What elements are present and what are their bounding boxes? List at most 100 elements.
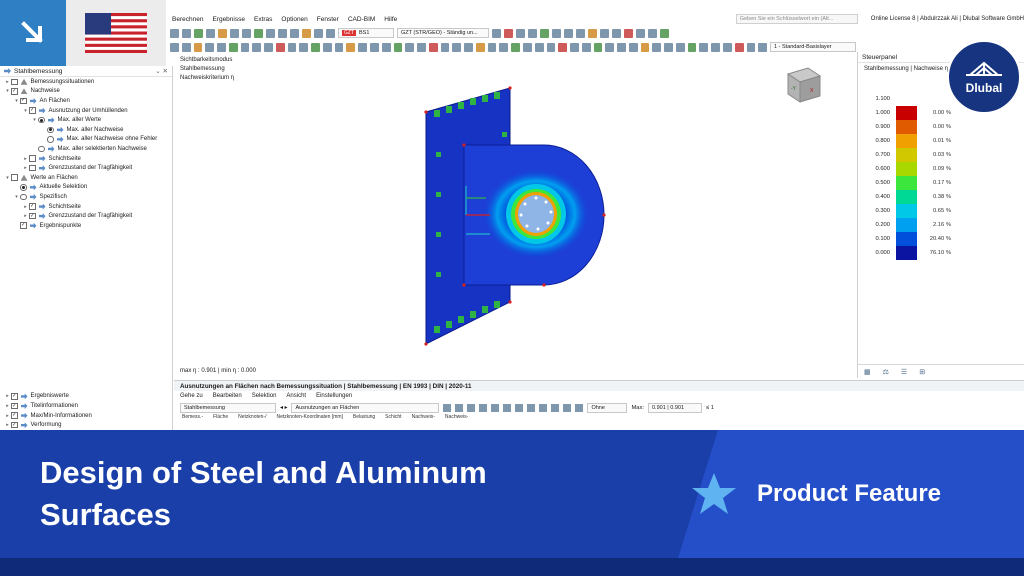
tree-item[interactable]: ▸ ✓ Grenzzustand der Tragfähigkeit [0, 211, 172, 221]
tool-icon[interactable] [242, 28, 251, 38]
tree-item[interactable]: Max. aller selektierten Nachweise [0, 144, 172, 154]
tool-icon[interactable] [581, 42, 591, 52]
tree-item[interactable]: ▾ ✓ Nachweise [0, 87, 172, 97]
tool-icon[interactable] [711, 42, 720, 52]
tree-item[interactable]: ▾ Spezifisch [0, 192, 172, 202]
menu-extras[interactable]: Extras [254, 16, 272, 23]
tree-item[interactable]: ▾ Werte an Flächen [0, 173, 172, 183]
table-menu-edit[interactable]: Bearbeiten [213, 393, 242, 399]
expand-icon[interactable]: ▸ [4, 422, 11, 428]
tree-item[interactable]: ▾ ✓ An Flächen [0, 96, 172, 106]
tool-icon[interactable] [181, 42, 191, 52]
color-scale-tab-icon[interactable]: ▦ [864, 368, 871, 376]
collapse-icon[interactable]: ▾ [4, 175, 11, 181]
tree-radio[interactable] [20, 184, 27, 191]
tool-icon[interactable] [405, 42, 415, 52]
tool-icon[interactable] [570, 42, 579, 52]
tool-icon[interactable] [600, 28, 609, 38]
tool-icon[interactable] [314, 28, 323, 38]
tree-item[interactable]: ▸ Bemessungssituationen [0, 77, 172, 87]
navigator-controls[interactable]: ⌄ ✕ [155, 67, 168, 75]
tool-icon[interactable] [746, 42, 756, 52]
tree-checkbox[interactable]: ✓ [20, 97, 27, 105]
tool-icon[interactable] [299, 42, 309, 52]
table-menu-selection[interactable]: Selektion [252, 393, 277, 399]
expand-icon[interactable]: ▸ [22, 165, 29, 171]
tree-checkbox[interactable] [11, 78, 18, 86]
tree-item[interactable]: ▸ Schichtseite [0, 154, 172, 164]
tool-icon[interactable] [218, 28, 227, 38]
column-header[interactable]: Schicht [385, 414, 401, 422]
max-value-field[interactable]: 0.901 | 0.901 [648, 402, 702, 413]
display-option[interactable]: ▸ ✓ Titelinformationen [0, 401, 172, 411]
tool-icon[interactable] [563, 403, 572, 412]
tree-radio[interactable] [38, 145, 45, 153]
tool-icon[interactable] [322, 42, 332, 52]
display-tab-icon[interactable]: ⚖ [883, 368, 889, 376]
option-checkbox[interactable]: ✓ [11, 412, 18, 419]
tool-icon[interactable] [522, 42, 532, 52]
tool-icon[interactable] [240, 42, 250, 52]
tool-icon[interactable] [370, 42, 379, 52]
expand-icon[interactable]: ▸ [4, 413, 11, 419]
tool-icon[interactable] [558, 42, 568, 52]
collapse-icon[interactable]: ▾ [22, 108, 29, 114]
tool-icon[interactable] [758, 42, 768, 52]
option-checkbox[interactable]: ✓ [11, 421, 18, 429]
tool-icon[interactable] [503, 403, 512, 412]
view-cube[interactable]: -Y X [782, 64, 822, 106]
tool-icon[interactable] [636, 28, 645, 38]
column-header[interactable]: Netzknoten-/ [238, 414, 266, 422]
tool-icon[interactable] [194, 28, 203, 38]
option-checkbox[interactable]: ✓ [11, 402, 18, 410]
tree-radio[interactable] [20, 193, 27, 201]
expand-icon[interactable]: ▸ [4, 403, 11, 409]
prev-arrow-icon[interactable]: ◂ ▸ [280, 405, 287, 411]
tool-icon[interactable] [628, 42, 638, 52]
tool-icon[interactable] [675, 42, 685, 52]
menu-berechnen[interactable]: Berechnen [172, 16, 203, 23]
tool-icon[interactable] [440, 42, 450, 52]
tool-icon[interactable] [278, 28, 287, 38]
tool-icon[interactable] [266, 28, 275, 38]
tree-radio[interactable] [47, 126, 54, 134]
tool-icon[interactable] [546, 42, 556, 52]
table-menu-settings[interactable]: Einstellungen [316, 393, 352, 399]
collapse-icon[interactable]: ▾ [4, 88, 11, 94]
column-header[interactable]: Bemess.- [182, 414, 203, 422]
tree-item[interactable]: ▾ ✓ Ausnutzung der Umhüllenden [0, 106, 172, 116]
list-tab-icon[interactable]: ☰ [901, 368, 907, 376]
tool-icon[interactable] [358, 42, 368, 52]
tool-icon[interactable] [464, 42, 473, 52]
menu-hilfe[interactable]: Hilfe [384, 16, 397, 23]
option-checkbox[interactable]: ✓ [11, 393, 18, 400]
tree-radio[interactable] [38, 116, 45, 124]
result-type-select[interactable]: Ausnutzungen an Flächen [291, 402, 440, 413]
tool-icon[interactable] [734, 42, 744, 52]
tree-item[interactable]: Aktuelle Selektion [0, 183, 172, 193]
tool-icon[interactable] [302, 28, 311, 38]
tree-checkbox[interactable] [29, 164, 36, 172]
display-option[interactable]: ▸ ✓ Max/Min-Informationen [0, 411, 172, 421]
expand-icon[interactable]: ▸ [22, 204, 29, 210]
tree-item[interactable]: Max. aller Nachweise [0, 125, 172, 135]
tree-item[interactable]: ▸ ✓ Schichtseite [0, 202, 172, 212]
tree-checkbox[interactable]: ✓ [11, 88, 18, 95]
table-menu-goto[interactable]: Gehe zu [180, 393, 203, 399]
tool-icon[interactable] [504, 28, 513, 38]
tool-icon[interactable] [193, 42, 203, 52]
tool-icon[interactable] [575, 403, 584, 412]
tool-icon[interactable] [205, 42, 215, 52]
tool-icon[interactable] [275, 42, 285, 52]
tool-icon[interactable] [551, 403, 560, 412]
tool-icon[interactable] [516, 28, 525, 38]
tool-icon[interactable] [539, 403, 548, 412]
tool-icon[interactable] [648, 28, 657, 38]
tool-icon[interactable] [417, 42, 426, 52]
tool-icon[interactable] [527, 403, 536, 412]
tool-icon[interactable] [605, 42, 615, 52]
tool-icon[interactable] [492, 28, 501, 38]
tool-icon[interactable] [311, 42, 320, 52]
tool-icon[interactable] [452, 42, 462, 52]
tree-checkbox[interactable]: ✓ [29, 203, 36, 210]
